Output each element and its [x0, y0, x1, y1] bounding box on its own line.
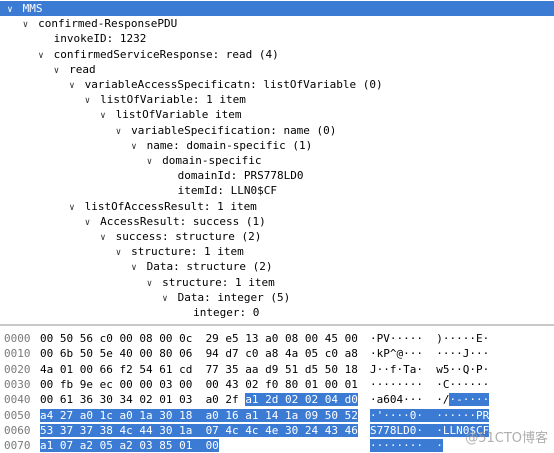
hex-row[interactable]: 0030 00 fb 9e ec 00 00 03 00 00 43 02 f0 …	[0, 377, 554, 392]
hex-row[interactable]: 0000 00 50 56 c0 00 08 00 0c 29 e5 13 a0 …	[0, 331, 554, 346]
tree-node[interactable]: integer: 0	[0, 305, 259, 320]
tree-node[interactable]: ∨ variableSpecification: name (0)	[0, 123, 337, 138]
hex-ascii[interactable]: ·kP^@··· ····J···	[370, 346, 489, 361]
tree-node-label: listOfVariable item	[109, 108, 242, 122]
tree-node[interactable]: ∨ structure: 1 item	[0, 275, 275, 290]
tree-node[interactable]: ∨ MMS	[0, 1, 554, 16]
tree-node-label: itemId: LLN0$CF	[171, 184, 277, 198]
hex-offset: 0070	[4, 439, 31, 453]
tree-node-label: success: structure (2)	[109, 230, 262, 243]
watermark: @51CTO博客	[465, 431, 548, 446]
tree-node-label: structure: 1 item	[124, 245, 244, 259]
tree-node[interactable]: ∨ listOfVariable item	[0, 107, 241, 122]
tree-node-label: domainId: PRS778LD0	[171, 169, 304, 183]
tree-node-label: variableSpecification: name (0)	[124, 123, 337, 137]
tree-node-label: structure: 1 item	[155, 275, 275, 289]
tree-node-label: AccessResult: success (1)	[93, 214, 266, 228]
tree-node[interactable]: ∨ structure: 1 item	[0, 244, 244, 259]
tree-node[interactable]: ∨ confirmed-ResponsePDU	[0, 16, 177, 31]
hex-offset: 0030	[4, 377, 31, 391]
hex-ascii[interactable]: ·PV····· )·····E·	[370, 331, 489, 346]
tree-node-label: invokeID: 1232	[47, 32, 147, 46]
tree-node[interactable]: itemId: LLN0$CF	[0, 183, 277, 198]
tree-node[interactable]: ∨ variableAccessSpecificatn: listOfVaria…	[0, 77, 383, 92]
tree-node[interactable]: invokeID: 1232	[0, 31, 147, 46]
hex-bytes[interactable]: 53 37 37 38 4c 44 30 1a 07 4c 4c 4e 30 2…	[40, 423, 358, 438]
tree-node[interactable]: ∨ name: domain-specific (1)	[0, 138, 312, 153]
tree-node-label: variableAccessSpecificatn: listOfVariabl…	[78, 78, 383, 91]
tree-node[interactable]: ∨ domain-specific	[0, 153, 262, 168]
tree-node[interactable]: ∨ Data: integer (5)	[0, 290, 290, 305]
hex-ascii[interactable]: ········ ·C······	[370, 377, 489, 392]
tree-node-label: read	[62, 62, 96, 76]
hex-row[interactable]: 0020 4a 01 00 66 f2 54 61 cd 77 35 aa d9 …	[0, 362, 554, 377]
hex-ascii[interactable]: J··f·Ta· w5··Q·P·	[370, 362, 489, 377]
tree-node[interactable]: domainId: PRS778LD0	[0, 168, 304, 183]
tree-node-label: MMS	[16, 2, 43, 15]
tree-node[interactable]: ∨ success: structure (2)	[0, 229, 261, 244]
tree-node-label: listOfAccessResult: 1 item	[78, 199, 257, 213]
tree-node[interactable]: ∨ listOfAccessResult: 1 item	[0, 199, 257, 214]
hex-offset: 0000	[4, 332, 31, 345]
tree-node-label: integer: 0	[186, 306, 260, 319]
tree-node[interactable]: ∨ AccessResult: success (1)	[0, 214, 266, 229]
hex-row[interactable]: 0010 00 6b 50 5e 40 00 80 06 94 d7 c0 a8 …	[0, 346, 554, 361]
hex-ascii[interactable]: ·a604··· ·/·-····	[370, 392, 490, 407]
hex-bytes[interactable]: 00 61 36 30 34 02 01 03 a0 2f a1 2d 02 0…	[40, 392, 358, 407]
tree-node-label: listOfVariable: 1 item	[93, 93, 246, 107]
tree-node-label: name: domain-specific (1)	[140, 138, 313, 152]
tree-node[interactable]: ∨ Data: structure (2)	[0, 259, 272, 274]
hex-row[interactable]: 0050 a4 27 a0 1c a0 1a 30 18 a0 16 a1 14 …	[0, 408, 554, 423]
tree-node[interactable]: ∨ listOfVariable: 1 item	[0, 92, 246, 107]
tree-node-label: Data: integer (5)	[171, 290, 291, 304]
packet-details-pane[interactable]: ∨ MMS ∨ confirmed-ResponsePDU invokeID: 1…	[0, 0, 554, 324]
hex-offset: 0010	[4, 347, 31, 361]
hex-offset: 0050	[4, 408, 31, 422]
tree-node-label: Data: structure (2)	[140, 260, 273, 274]
hex-bytes[interactable]: a1 07 a2 05 a2 03 85 01 00	[40, 438, 219, 453]
tree-node-label: confirmed-ResponsePDU	[31, 17, 178, 31]
hex-offset: 0020	[4, 362, 31, 376]
tree-node-label: confirmedServiceResponse: read (4)	[47, 47, 279, 61]
hex-row[interactable]: 0040 00 61 36 30 34 02 01 03 a0 2f a1 2d …	[0, 392, 554, 407]
hex-bytes[interactable]: a4 27 a0 1c a0 1a 30 18 a0 16 a1 14 1a 0…	[40, 408, 358, 423]
hex-bytes[interactable]: 00 50 56 c0 00 08 00 0c 29 e5 13 a0 08 0…	[40, 331, 358, 346]
tree-node-label: domain-specific	[155, 154, 262, 167]
hex-ascii[interactable]: ·'····0· ······PR	[370, 408, 490, 423]
hex-bytes[interactable]: 00 fb 9e ec 00 00 03 00 00 43 02 f0 80 0…	[40, 377, 358, 392]
hex-offset: 0060	[4, 423, 31, 437]
hex-offset: 0040	[4, 393, 31, 407]
hex-bytes[interactable]: 00 6b 50 5e 40 00 80 06 94 d7 c0 a8 4a 0…	[40, 346, 358, 361]
tree-node[interactable]: ∨ read	[0, 62, 96, 77]
hex-bytes[interactable]: 4a 01 00 66 f2 54 61 cd 77 35 aa d9 51 d…	[40, 362, 358, 377]
tree-node[interactable]: ∨ confirmedServiceResponse: read (4)	[0, 47, 279, 62]
hex-ascii[interactable]: ········ ·	[370, 438, 443, 453]
